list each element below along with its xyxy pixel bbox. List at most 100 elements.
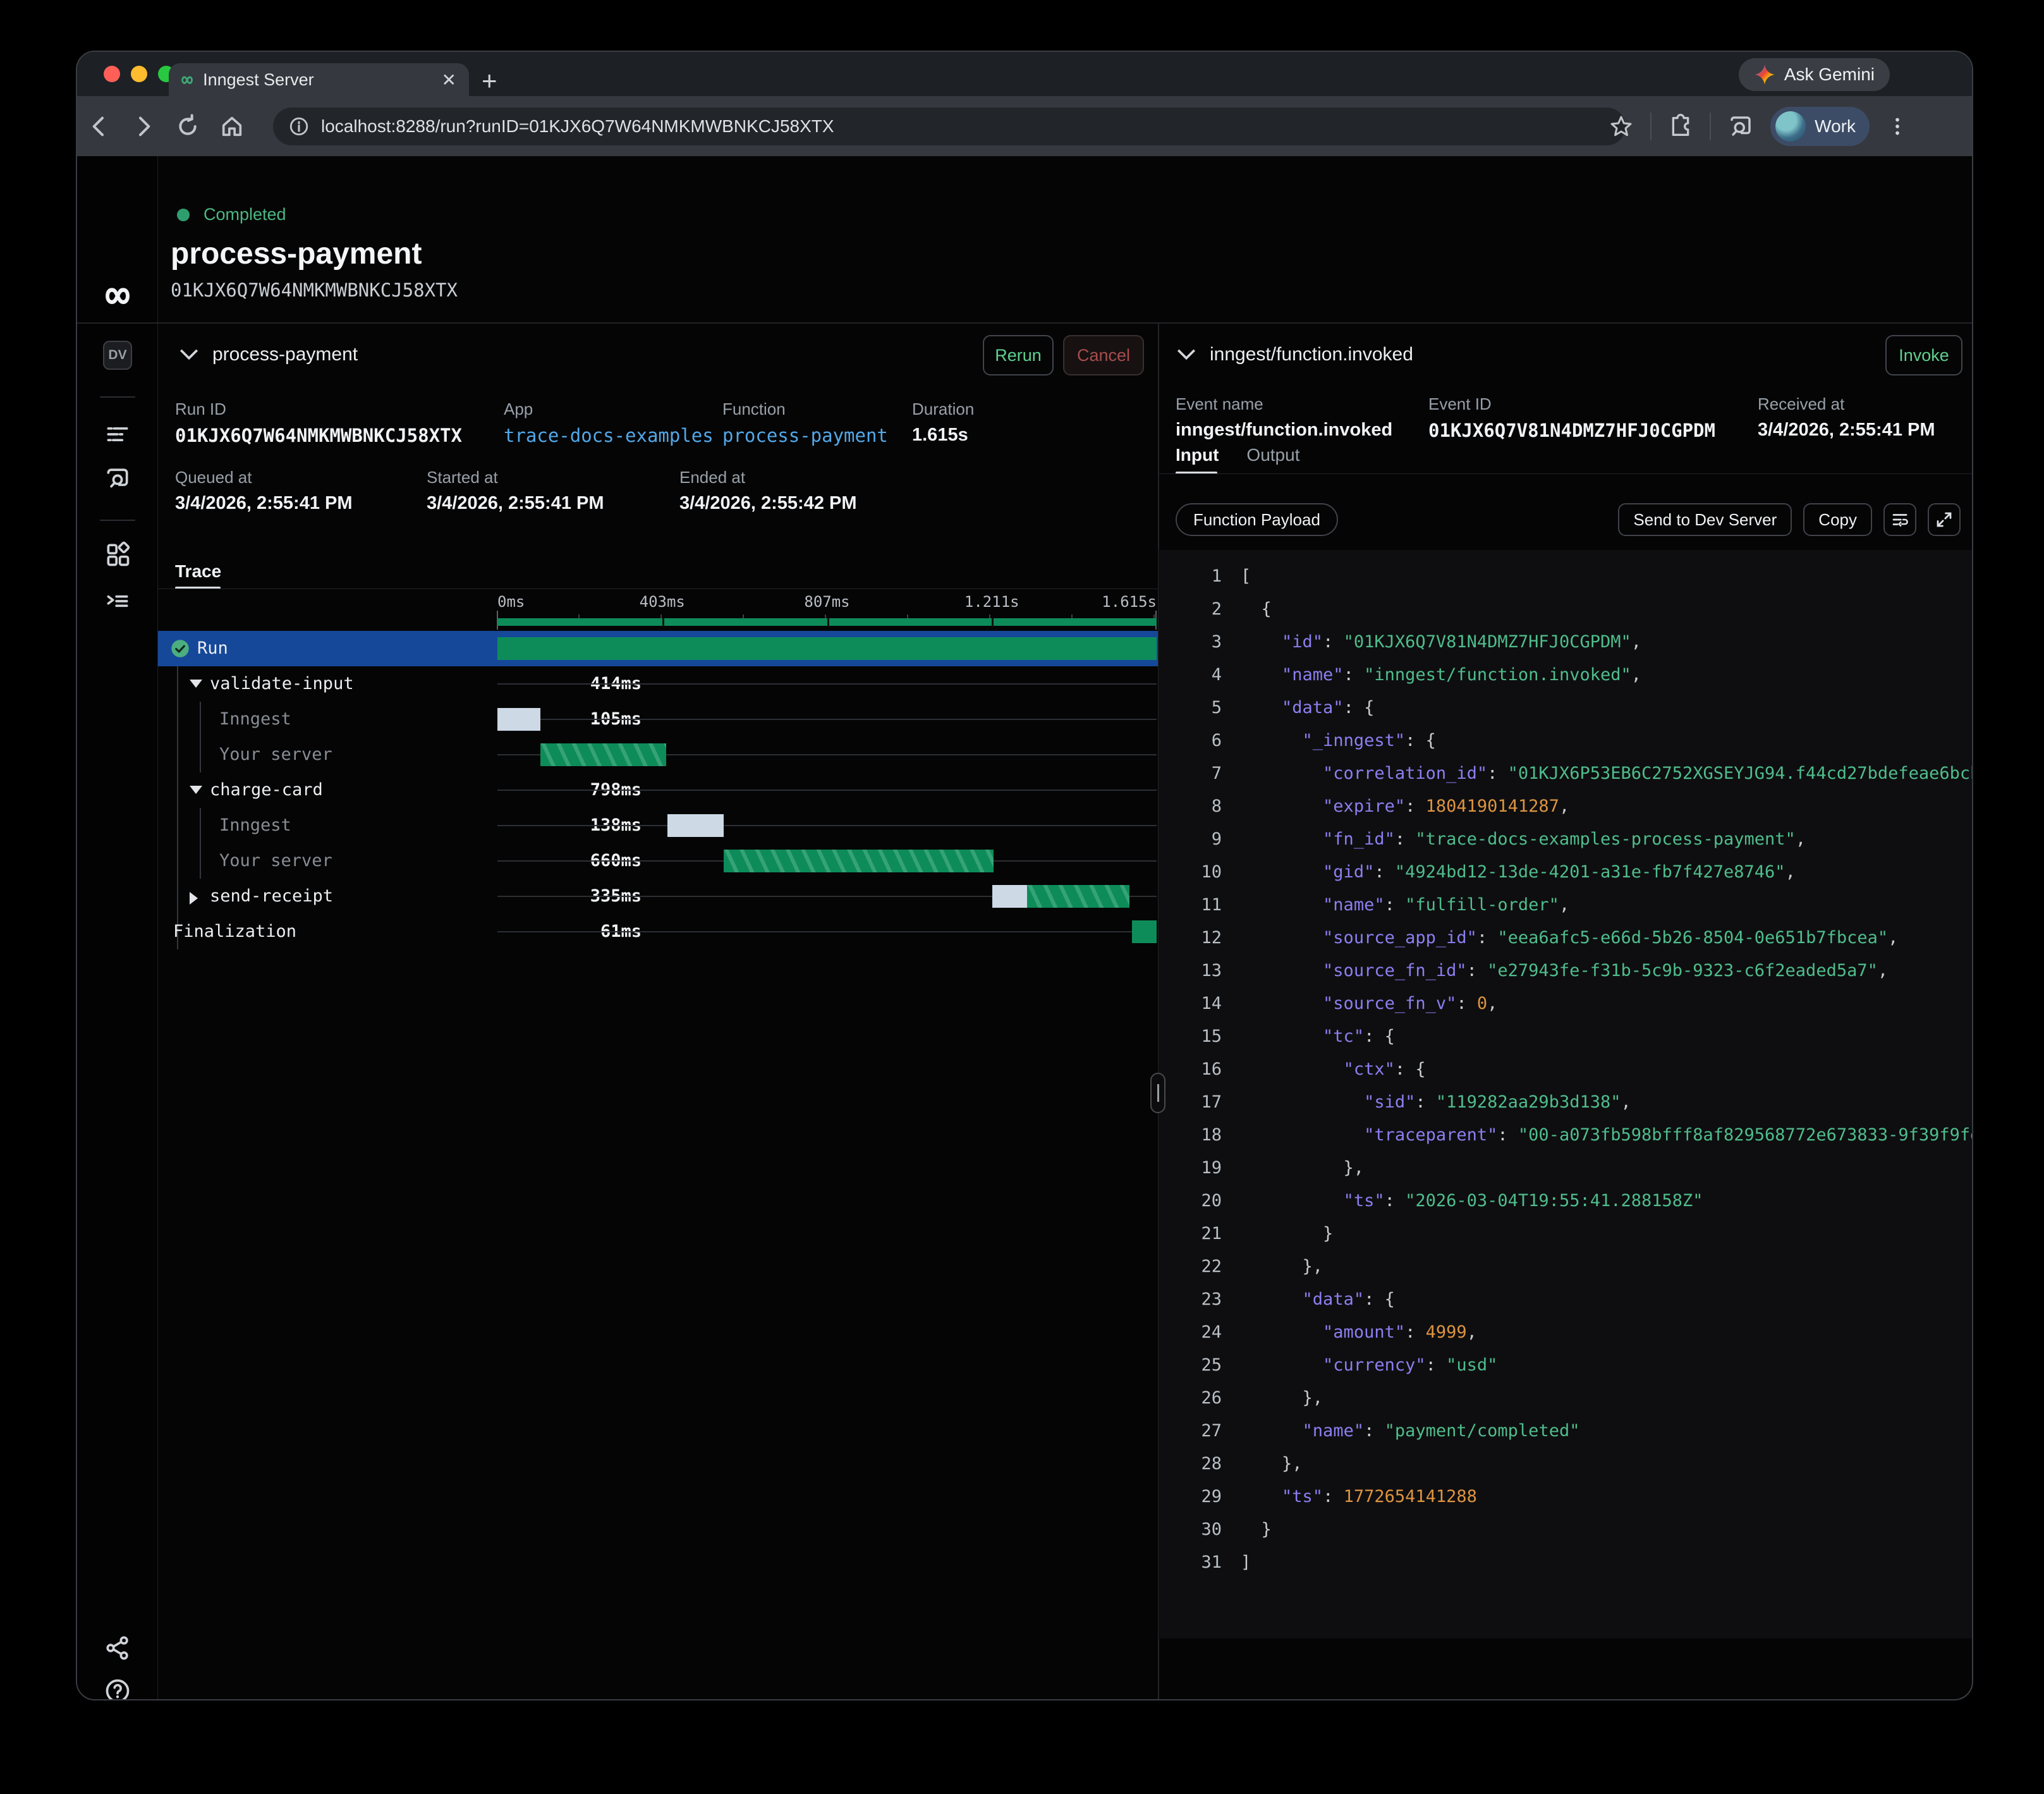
code-line: 14 "source_fn_v": 0, [1159, 987, 1973, 1020]
line-number: 22 [1159, 1250, 1222, 1283]
profile-button[interactable]: Work [1770, 107, 1870, 146]
home-icon[interactable] [210, 114, 254, 139]
chevron-down-icon[interactable] [1176, 346, 1197, 363]
trace-row-finalization[interactable]: Finalization61ms [158, 914, 1158, 949]
trace-row-inngest[interactable]: Inngest105ms [158, 702, 1158, 737]
reload-icon[interactable] [166, 114, 210, 139]
sidebar-item-dev-tools[interactable] [77, 587, 158, 615]
invoke-button[interactable]: Invoke [1885, 335, 1962, 375]
info-icon[interactable] [288, 116, 310, 137]
field-value-link[interactable]: trace-docs-examples [504, 425, 714, 446]
inngest-span-bar [497, 708, 540, 731]
code-text: "name": "fulfill-order", [1222, 889, 1569, 922]
sidebar-item-events[interactable] [77, 465, 158, 492]
window-close-button[interactable] [104, 66, 120, 82]
tab-trace[interactable]: Trace [175, 561, 221, 582]
extensions-icon[interactable] [1668, 114, 1693, 139]
trace-row-run[interactable]: Run1.615s [158, 631, 1158, 666]
cancel-button[interactable]: Cancel [1063, 335, 1144, 375]
url-bar[interactable]: localhost:8288/run?runID=01KJX6Q7W64NMKM… [273, 107, 1626, 145]
desktop: ∞ Inngest Server ✕ + Ask Gemini [0, 0, 2044, 1794]
chevron-down-icon[interactable] [190, 680, 202, 688]
code-text: { [1222, 593, 1272, 626]
line-number: 26 [1159, 1382, 1222, 1415]
bookmark-star-icon[interactable] [1609, 114, 1634, 139]
close-icon[interactable]: ✕ [442, 70, 456, 90]
trace-row-send-receipt[interactable]: send-receipt335ms [158, 879, 1158, 914]
env-badge[interactable]: DV [103, 341, 132, 370]
back-icon[interactable] [77, 114, 121, 139]
tab-output[interactable]: Output [1246, 445, 1299, 465]
copy-button[interactable]: Copy [1803, 503, 1872, 536]
event-tabs: Input Output [1176, 445, 1299, 465]
sidebar-item-runs[interactable] [77, 420, 158, 448]
chevron-down-icon[interactable] [178, 346, 200, 363]
trace-row-charge-card[interactable]: charge-card798ms [158, 772, 1158, 808]
trace-row-your-server[interactable]: Your server660ms [158, 843, 1158, 879]
chevron-right-icon[interactable] [190, 892, 198, 905]
trace-row-baseline [497, 719, 1157, 720]
inngest-span-bar [992, 885, 1027, 908]
axis-tick-label: 807ms [804, 593, 849, 611]
execution-span-bar [1027, 885, 1129, 908]
tab-input[interactable]: Input [1176, 445, 1219, 465]
browser-tab-strip: ∞ Inngest Server ✕ + Ask Gemini [77, 52, 1972, 96]
code-text: "source_app_id": "eea6afc5-e66d-5b26-850… [1222, 922, 1898, 955]
sidebar-item-share[interactable] [77, 1634, 158, 1662]
code-text: } [1222, 1217, 1333, 1250]
ask-gemini-button[interactable]: Ask Gemini [1739, 58, 1890, 91]
field-value: 3/4/2026, 2:55:41 PM [1758, 420, 1935, 441]
code-text: } [1222, 1513, 1272, 1546]
more-menu-icon[interactable] [1886, 114, 1909, 139]
minimap-tick [662, 618, 664, 626]
expand-button[interactable] [1928, 503, 1961, 536]
send-to-dev-server-button[interactable]: Send to Dev Server [1618, 503, 1792, 536]
browser-tab[interactable]: ∞ Inngest Server ✕ [169, 63, 469, 96]
trace-row-inngest[interactable]: Inngest138ms [158, 808, 1158, 843]
tab-search-icon[interactable] [1727, 113, 1754, 140]
field-value-link[interactable]: process-payment [722, 425, 888, 446]
line-number: 4 [1159, 659, 1222, 692]
function-payload-pill[interactable]: Function Payload [1176, 503, 1338, 536]
trace-row-validate-input[interactable]: validate-input414ms [158, 666, 1158, 702]
trace-row-label: send-receipt [210, 879, 333, 914]
field-label: Received at [1758, 394, 1844, 414]
trace-minimap[interactable] [497, 618, 1157, 626]
line-number: 2 [1159, 593, 1222, 626]
chevron-down-icon[interactable] [190, 786, 202, 794]
window-minimize-button[interactable] [131, 66, 147, 82]
trace-row-label: charge-card [210, 772, 323, 808]
field-label: Started at [427, 468, 498, 487]
trace-row-chart [497, 879, 1157, 914]
code-line: 28 }, [1159, 1448, 1973, 1480]
code-text: }, [1222, 1382, 1323, 1415]
payload-code-viewer[interactable]: 1[2 {3 "id": "01KJX6Q7V81N4DMZ7HFJ0CGPDM… [1159, 550, 1973, 1638]
wrap-text-button[interactable] [1883, 503, 1916, 536]
code-text: "ts": "2026-03-04T19:55:41.288158Z" [1222, 1185, 1703, 1217]
payload-toolbar: Send to Dev Server Copy [1618, 503, 1961, 536]
forward-icon[interactable] [121, 114, 166, 139]
trace-row-chart [497, 808, 1157, 843]
share-icon [104, 1634, 131, 1662]
panel-resize-handle[interactable] [1150, 1073, 1165, 1113]
code-text: "source_fn_v": 0, [1222, 987, 1497, 1020]
code-line: 27 "name": "payment/completed" [1159, 1415, 1973, 1448]
sidebar-item-apps[interactable] [77, 540, 158, 568]
avatar [1775, 111, 1806, 142]
field-value: 01KJX6Q7W64NMKMWBNKCJ58XTX [175, 425, 462, 446]
line-number: 11 [1159, 889, 1222, 922]
trace-row-your-server[interactable]: Your server309ms [158, 737, 1158, 772]
line-number: 3 [1159, 626, 1222, 659]
line-number: 21 [1159, 1217, 1222, 1250]
expand-icon [1935, 510, 1954, 529]
line-number: 10 [1159, 856, 1222, 889]
trace-row-label: Your server [219, 737, 332, 772]
line-number: 23 [1159, 1283, 1222, 1316]
code-text: "_inngest": { [1222, 724, 1436, 757]
code-line: 1[ [1159, 560, 1973, 593]
new-tab-icon[interactable]: + [482, 66, 497, 96]
line-number: 5 [1159, 692, 1222, 724]
sidebar-item-help[interactable] [77, 1677, 158, 1700]
field-value: 01KJX6Q7V81N4DMZ7HFJ0CGPDM [1428, 420, 1715, 441]
rerun-button[interactable]: Rerun [983, 335, 1054, 375]
